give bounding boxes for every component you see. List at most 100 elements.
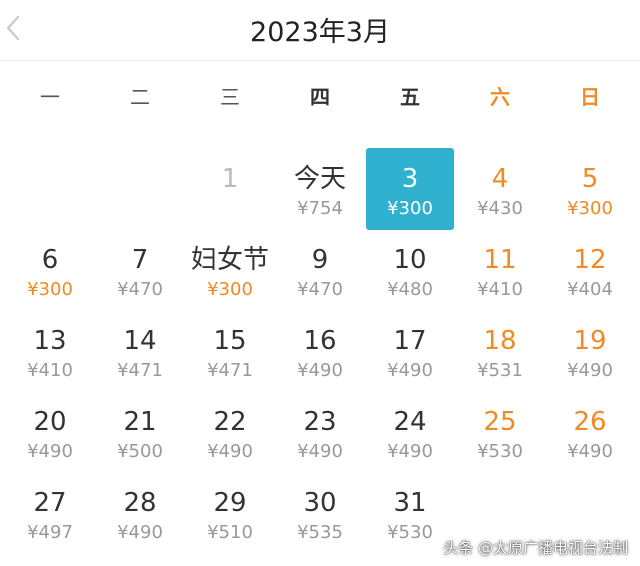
calendar-day[interactable]: 29 ¥510 xyxy=(186,472,274,554)
day-label: 妇女节 xyxy=(190,245,269,275)
month-title: 2023年3月 xyxy=(250,17,390,48)
day-price: ¥410 xyxy=(477,279,523,300)
day-price: ¥497 xyxy=(27,522,73,543)
day-label: 3 xyxy=(401,164,419,194)
calendar-day[interactable]: 18 ¥531 xyxy=(456,310,544,392)
day-label: 13 xyxy=(33,326,67,356)
day-price: ¥530 xyxy=(387,522,433,543)
calendar-day[interactable]: 17 ¥490 xyxy=(366,310,454,392)
calendar-day[interactable]: 15 ¥471 xyxy=(186,310,274,392)
day-price: ¥470 xyxy=(297,279,343,300)
weekday-tue: 二 xyxy=(130,85,150,109)
day-price: ¥490 xyxy=(27,441,73,462)
calendar-day[interactable]: 31 ¥530 xyxy=(366,472,454,554)
weekday-sun: 日 xyxy=(580,85,600,109)
calendar-day[interactable]: 28 ¥490 xyxy=(96,472,184,554)
day-label: 19 xyxy=(573,326,607,356)
weekday-fri: 五 xyxy=(400,85,420,109)
day-label: 24 xyxy=(393,407,427,437)
day-price: ¥531 xyxy=(477,360,523,381)
calendar-day[interactable]: 12 ¥404 xyxy=(546,229,634,311)
day-price: ¥471 xyxy=(117,360,163,381)
weekday-sat: 六 xyxy=(490,85,510,109)
calendar-day[interactable]: 5 ¥300 xyxy=(546,148,634,230)
day-label: 11 xyxy=(483,245,517,275)
day-price: ¥490 xyxy=(297,441,343,462)
day-label: 27 xyxy=(33,488,67,518)
calendar-grid: 1 今天 ¥754 3 ¥300 4 ¥430 5 ¥300 6 ¥300 7 ¥470 妇女节 ¥300 9… xyxy=(0,148,640,566)
day-price: ¥300 xyxy=(567,198,613,219)
day-price: ¥480 xyxy=(387,279,433,300)
calendar-day[interactable]: 4 ¥430 xyxy=(456,148,544,230)
calendar-day[interactable]: 30 ¥535 xyxy=(276,472,364,554)
day-price: ¥490 xyxy=(387,360,433,381)
calendar-day-selected[interactable]: 3 ¥300 xyxy=(366,148,454,230)
day-label: 29 xyxy=(213,488,247,518)
day-price: ¥490 xyxy=(297,360,343,381)
day-label: 31 xyxy=(393,488,427,518)
day-label: 4 xyxy=(491,164,509,194)
day-price: ¥500 xyxy=(117,441,163,462)
day-label: 23 xyxy=(303,407,337,437)
weekday-thu: 四 xyxy=(310,85,330,109)
day-label: 16 xyxy=(303,326,337,356)
day-label: 9 xyxy=(311,245,329,275)
calendar-day[interactable]: 妇女节 ¥300 xyxy=(186,229,274,311)
calendar-day[interactable]: 21 ¥500 xyxy=(96,391,184,473)
calendar-day[interactable]: 6 ¥300 xyxy=(6,229,94,311)
day-price: ¥490 xyxy=(567,441,613,462)
calendar-day[interactable]: 22 ¥490 xyxy=(186,391,274,473)
day-label: 14 xyxy=(123,326,157,356)
day-price: ¥471 xyxy=(207,360,253,381)
calendar-day[interactable]: 24 ¥490 xyxy=(366,391,454,473)
calendar-day[interactable]: 9 ¥470 xyxy=(276,229,364,311)
day-price: ¥490 xyxy=(117,522,163,543)
day-price: ¥300 xyxy=(387,198,433,219)
day-label: 18 xyxy=(483,326,517,356)
day-label: 25 xyxy=(483,407,517,437)
calendar-day[interactable]: 11 ¥410 xyxy=(456,229,544,311)
calendar-day[interactable]: 26 ¥490 xyxy=(546,391,634,473)
day-price: ¥490 xyxy=(207,441,253,462)
day-label: 17 xyxy=(393,326,427,356)
day-label: 5 xyxy=(581,164,599,194)
day-label: 22 xyxy=(213,407,247,437)
day-label: 15 xyxy=(213,326,247,356)
weekday-header-row: 一 二 三 四 五 六 日 xyxy=(0,80,640,114)
calendar-day[interactable]: 20 ¥490 xyxy=(6,391,94,473)
day-price: ¥490 xyxy=(387,441,433,462)
calendar-day[interactable]: 今天 ¥754 xyxy=(276,148,364,230)
weekday-mon: 一 xyxy=(40,85,60,109)
calendar-day[interactable]: 27 ¥497 xyxy=(6,472,94,554)
day-label: 6 xyxy=(41,245,59,275)
day-price: ¥404 xyxy=(567,279,613,300)
calendar-day[interactable]: 10 ¥480 xyxy=(366,229,454,311)
day-label: 30 xyxy=(303,488,337,518)
calendar-day[interactable]: 13 ¥410 xyxy=(6,310,94,392)
day-label: 今天 xyxy=(293,164,346,194)
day-price: ¥490 xyxy=(567,360,613,381)
calendar-header: 2023年3月 xyxy=(0,0,640,61)
day-price: ¥510 xyxy=(207,522,253,543)
calendar-day[interactable]: 14 ¥471 xyxy=(96,310,184,392)
calendar-day[interactable]: 23 ¥490 xyxy=(276,391,364,473)
source-watermark: 头条 @太原广播电视台法制 xyxy=(443,539,628,557)
day-label: 21 xyxy=(123,407,157,437)
calendar-day[interactable]: 19 ¥490 xyxy=(546,310,634,392)
day-label: 10 xyxy=(393,245,427,275)
weekday-wed: 三 xyxy=(220,85,240,109)
day-label: 12 xyxy=(573,245,607,275)
calendar-day[interactable]: 25 ¥530 xyxy=(456,391,544,473)
day-price: ¥300 xyxy=(27,279,73,300)
day-label: 1 xyxy=(221,164,239,194)
calendar-day[interactable]: 16 ¥490 xyxy=(276,310,364,392)
day-price: ¥430 xyxy=(477,198,523,219)
day-label: 7 xyxy=(131,245,149,275)
day-price: ¥300 xyxy=(207,279,253,300)
calendar-day: 1 xyxy=(186,148,274,230)
day-label: 20 xyxy=(33,407,67,437)
day-label: 28 xyxy=(123,488,157,518)
day-label: 26 xyxy=(573,407,607,437)
calendar-day[interactable]: 7 ¥470 xyxy=(96,229,184,311)
day-price: ¥535 xyxy=(297,522,343,543)
